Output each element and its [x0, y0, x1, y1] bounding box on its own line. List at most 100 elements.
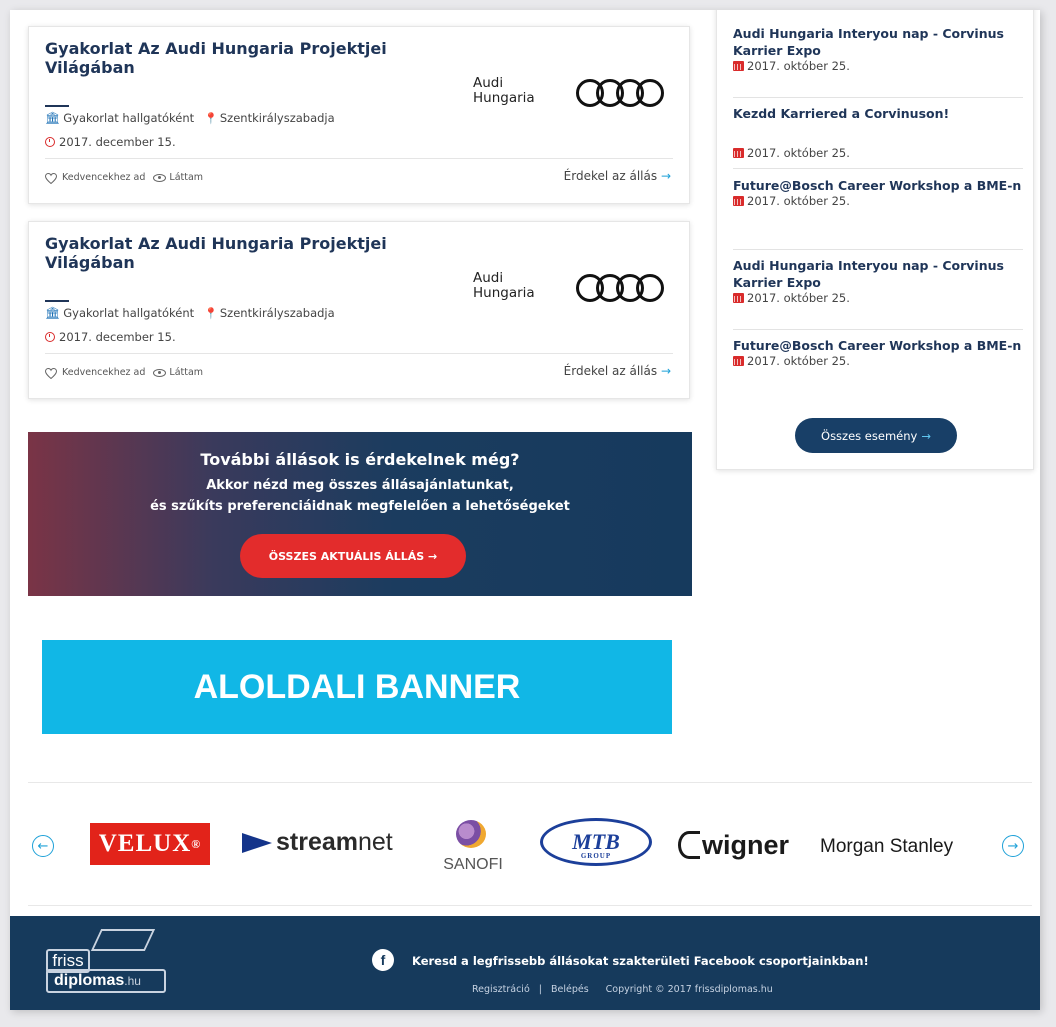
carousel-prev-button[interactable]: ← [32, 835, 54, 857]
job-location: Szentkirályszabadja [219, 111, 335, 125]
building-icon: 🏛 [45, 111, 61, 125]
footer: friss diplomas.hu f Keresd a legfrissebb… [10, 916, 1040, 1010]
title-underline [45, 105, 69, 107]
title-underline [45, 300, 69, 302]
event-date-text: 2017. október 25. [747, 194, 850, 208]
job-title[interactable]: Gyakorlat Az Audi Hungaria Projektjei Vi… [45, 234, 405, 272]
seen-link[interactable]: Láttam [169, 172, 203, 183]
promo-line1: Akkor nézd meg összes állásajánlatunkat, [206, 478, 514, 493]
interest-link[interactable]: Érdekel az állás → [564, 364, 671, 378]
mtb-sub: GROUP [580, 852, 612, 860]
heart-icon[interactable] [44, 367, 58, 379]
eye-icon[interactable] [153, 368, 167, 377]
promo-heading: További állások is érdekelnek még? [200, 450, 520, 469]
streamnet-logo[interactable]: stream net [242, 828, 393, 857]
location-pin-icon: 📍 [204, 306, 218, 320]
interest-link[interactable]: Érdekel az állás → [564, 169, 671, 183]
event-title[interactable]: Kezdd Karriered a Corvinuson! [733, 105, 1023, 122]
event-date: 2017. október 25. [733, 146, 1023, 160]
favorite-link[interactable]: Kedvencekhez ad [62, 172, 145, 183]
card-divider [45, 158, 673, 159]
job-date: 2017. december 15. [59, 330, 176, 344]
building-icon: 🏛 [45, 306, 61, 320]
calendar-icon [733, 196, 744, 206]
event-date: 2017. október 25. [733, 354, 1023, 368]
page: Gyakorlat Az Audi Hungaria Projektjei Vi… [10, 10, 1040, 1010]
event-title[interactable]: Future@Bosch Career Workshop a BME-n [733, 177, 1023, 194]
event-item[interactable]: Kezdd Karriered a Corvinuson! [733, 105, 1023, 122]
streamnet-bold: stream [276, 828, 358, 856]
card-divider [45, 353, 673, 354]
morgan-stanley-logo[interactable]: Morgan Stanley [820, 836, 953, 858]
wigner-text: wigner [702, 829, 790, 860]
company-name: Audi Hungaria [473, 76, 535, 106]
arrow-right-icon: → [660, 169, 671, 183]
sanofi-bird-icon [456, 820, 486, 848]
company-name-line2: Hungaria [473, 90, 535, 106]
more-jobs-banner: További állások is érdekelnek még? Akkor… [28, 432, 692, 596]
audi-rings-logo [576, 274, 672, 302]
all-jobs-button[interactable]: ÖSSZES AKTUÁLIS ÁLLÁS → [240, 534, 466, 578]
login-link[interactable]: Belépés [551, 984, 589, 995]
bottom-ad-banner[interactable]: ALOLDALI BANNER [42, 640, 672, 734]
event-item[interactable]: Future@Bosch Career Workshop a BME-n 201… [733, 337, 1023, 368]
event-date: 2017. október 25. [733, 194, 1023, 208]
job-card[interactable]: Gyakorlat Az Audi Hungaria Projektjei Vi… [28, 26, 690, 204]
sanofi-logo[interactable]: SANOFI [438, 820, 508, 886]
job-card[interactable]: Gyakorlat Az Audi Hungaria Projektjei Vi… [28, 221, 690, 399]
logo-tld: .hu [124, 974, 141, 988]
clock-icon [45, 137, 55, 147]
calendar-icon [733, 61, 744, 71]
job-location: Szentkirályszabadja [219, 306, 335, 320]
logo-diplomas-text: diplomas [54, 972, 125, 989]
event-date-text: 2017. október 25. [747, 146, 850, 160]
divider [28, 905, 1032, 906]
favorite-link[interactable]: Kedvencekhez ad [62, 367, 145, 378]
register-link[interactable]: Regisztráció [472, 984, 530, 995]
heart-icon[interactable] [44, 172, 58, 184]
carousel-next-button[interactable]: → [1002, 835, 1024, 857]
eye-icon[interactable] [153, 173, 167, 182]
streamnet-rest: net [358, 828, 393, 856]
event-date-text: 2017. október 25. [747, 59, 850, 73]
frissdiplomas-logo[interactable]: friss diplomas.hu [40, 929, 172, 993]
company-name-line2: Hungaria [473, 285, 535, 301]
event-item[interactable]: Future@Bosch Career Workshop a BME-n 201… [733, 177, 1023, 208]
arrow-right-icon: → [921, 428, 931, 443]
sanofi-text: SANOFI [443, 856, 503, 873]
logo-diplomas: diplomas.hu [46, 969, 166, 993]
copyright-text: Copyright © 2017 frissdiplomas.hu [605, 984, 773, 995]
job-deadline: 2017. december 15. [45, 330, 176, 344]
event-item[interactable]: Audi Hungaria Interyou nap - Corvinus Ka… [733, 257, 1023, 305]
interest-label: Érdekel az állás [563, 169, 658, 183]
event-title[interactable]: Audi Hungaria Interyou nap - Corvinus Ka… [733, 257, 1023, 291]
job-type: Gyakorlat hallgatóként [63, 111, 195, 125]
clock-icon [45, 332, 55, 342]
event-separator [733, 329, 1023, 330]
job-deadline: 2017. december 15. [45, 135, 176, 149]
graduation-cap-icon [90, 929, 156, 951]
promo-line2: és szűkíts preferenciáidnak megfelelően … [150, 499, 570, 514]
company-name: Audi Hungaria [473, 271, 535, 301]
arrow-right-icon: → [660, 364, 671, 378]
facebook-icon[interactable]: f [372, 949, 394, 971]
event-item[interactable]: Audi Hungaria Interyou nap - Corvinus Ka… [733, 25, 1023, 73]
event-date-text: 2017. október 25. [747, 291, 850, 305]
mtb-group-logo[interactable]: MTB GROUP [540, 818, 652, 866]
facebook-groups-text[interactable]: Keresd a legfrissebb állásokat szakterül… [412, 954, 869, 968]
seen-link[interactable]: Láttam [169, 367, 203, 378]
job-actions: Kedvencekhez ad Láttam [44, 367, 203, 379]
event-title[interactable]: Audi Hungaria Interyou nap - Corvinus Ka… [733, 25, 1023, 59]
job-date: 2017. december 15. [59, 135, 176, 149]
job-actions: Kedvencekhez ad Láttam [44, 172, 203, 184]
velux-logo[interactable]: VELUX ® [90, 823, 210, 865]
event-title[interactable]: Future@Bosch Career Workshop a BME-n [733, 337, 1023, 354]
company-name-line1: Audi [473, 270, 504, 286]
wigner-logo[interactable]: wigner [678, 826, 796, 864]
all-events-button[interactable]: Összes esemény → [795, 418, 957, 453]
link-separator: | [538, 984, 542, 995]
wigner-swoosh-icon [678, 831, 700, 859]
calendar-icon [733, 293, 744, 303]
job-title[interactable]: Gyakorlat Az Audi Hungaria Projektjei Vi… [45, 39, 405, 77]
event-separator [733, 249, 1023, 250]
